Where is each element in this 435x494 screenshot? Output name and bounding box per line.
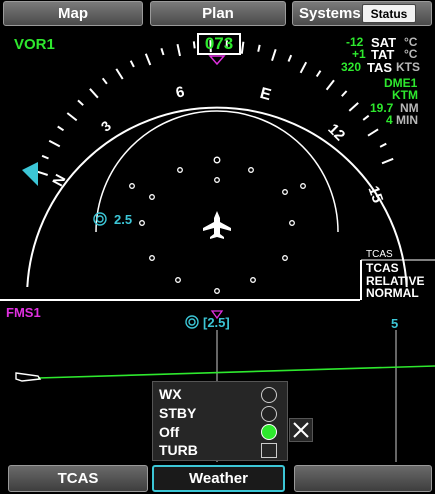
compass-tick	[35, 170, 49, 176]
checkbox-turb[interactable]	[261, 443, 277, 458]
compass-tick	[115, 68, 124, 80]
heading-bug-icon	[22, 162, 38, 186]
compass-tick	[48, 139, 61, 148]
compass-tick	[129, 60, 135, 68]
tas-unit: KTS	[396, 60, 420, 74]
radio-wx[interactable]	[261, 387, 277, 403]
close-menu-button[interactable]	[289, 418, 313, 442]
vsd-aircraft-icon	[15, 372, 42, 382]
compass-tick	[257, 44, 261, 52]
bottom-tab-bar: TCAS Weather	[0, 462, 435, 494]
compass-tick	[89, 88, 99, 99]
weather-menu: WX STBY Off TURB	[152, 381, 288, 461]
compass-tick	[287, 54, 293, 62]
tab-tcas[interactable]: TCAS	[8, 465, 148, 492]
compass-tick	[101, 77, 108, 85]
tat-unit: °C	[404, 47, 418, 61]
compass-tick	[160, 48, 165, 56]
tab-empty[interactable]	[294, 465, 432, 492]
dme-station: KTM	[392, 88, 418, 102]
tab-weather-active[interactable]: Weather	[152, 465, 285, 492]
compass-tick	[299, 61, 308, 74]
vsd-range-right: 5	[391, 316, 399, 331]
tcas-line-3: NORMAL	[366, 286, 419, 300]
range-icon	[93, 212, 107, 226]
compass-tick	[315, 70, 322, 78]
compass-tick	[240, 41, 245, 54]
compass-tick	[325, 79, 335, 91]
heading-readout: 073	[197, 33, 241, 55]
compass-tick	[192, 41, 196, 49]
tas-value: 320	[341, 60, 362, 74]
menu-item-stby[interactable]: STBY	[159, 405, 196, 421]
menu-item-off[interactable]: Off	[159, 424, 179, 440]
dme-time: 4	[386, 113, 393, 127]
compass-tick	[77, 99, 84, 106]
dme-time-unit: MIN	[396, 113, 418, 127]
compass-tick	[362, 114, 370, 121]
vsd-source: FMS1	[6, 305, 41, 320]
aircraft-icon	[203, 211, 231, 239]
compass-tick	[348, 102, 359, 112]
tcas-status-box: TCAS TCAS RELATIVE NORMAL	[360, 248, 435, 300]
tas-label: TAS	[367, 60, 393, 75]
compass-tick	[144, 53, 152, 66]
compass-tick	[379, 142, 387, 148]
compass-tick	[271, 48, 277, 62]
vsd-range-icon	[185, 315, 199, 329]
tcas-line-1: TCAS	[366, 261, 399, 275]
tat-value: +1	[352, 47, 366, 61]
radio-off-selected[interactable]	[261, 424, 277, 440]
vsd-flight-path	[37, 365, 435, 379]
radio-stby[interactable]	[261, 406, 277, 422]
compass-tick	[176, 43, 181, 57]
compass-arc	[26, 106, 408, 288]
range-label: 2.5	[114, 212, 133, 227]
menu-item-wx[interactable]: WX	[159, 386, 182, 402]
compass-tick	[367, 128, 379, 137]
compass-tick	[381, 157, 394, 165]
compass-tick	[57, 125, 65, 132]
vsd-range-label: [2.5]	[203, 315, 230, 330]
compass-tick	[341, 90, 348, 97]
compass-tick	[41, 154, 49, 160]
compass-tick	[66, 112, 78, 122]
lubber-line-icon	[208, 55, 226, 66]
close-icon	[293, 422, 309, 438]
nav-source: VOR1	[14, 36, 55, 53]
menu-item-turb[interactable]: TURB	[159, 442, 198, 458]
tcas-header: TCAS	[366, 249, 393, 260]
